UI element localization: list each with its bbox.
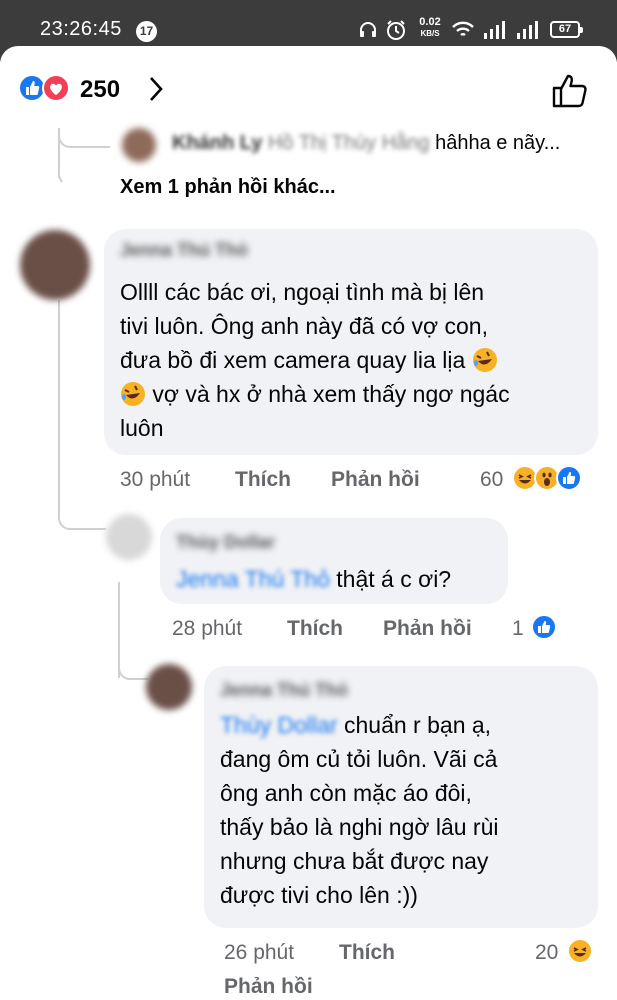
comment-time[interactable]: 26 phút <box>224 941 294 965</box>
comment-text-line: Thùy Dollar chuẩn r bạn ạ, <box>220 708 491 742</box>
comment-mention[interactable]: Jenna Thú Thỏ <box>176 566 330 592</box>
comment-time[interactable]: 30 phút <box>120 468 190 492</box>
comment-text-line: đang ôm củ tỏi luôn. Vãi cả <box>220 746 498 772</box>
reply-preview-text: hâhha e nãy... <box>435 132 561 154</box>
network-speed-unit: KB/S <box>420 29 440 38</box>
reply-button[interactable]: Phản hồi <box>383 617 472 641</box>
comment-text-line: tivi luôn. Ông anh này đã có vợ con, <box>120 313 488 339</box>
avatar[interactable] <box>146 664 192 710</box>
signal-1-icon <box>484 21 505 39</box>
thread-connector <box>118 650 148 680</box>
comment-text-segment: chuẩn r bạn ạ, <box>344 712 492 738</box>
thread-line <box>58 300 60 520</box>
comment-text-segment: vợ và hx ở nhà xem thấy ngơ ngác <box>152 381 510 407</box>
reaction-count: 60 <box>480 468 504 491</box>
network-speed: 0.02 KB/S <box>413 17 447 39</box>
comment-text-line: vợ và hx ở nhà xem thấy ngơ ngác <box>120 377 510 411</box>
network-speed-value: 0.02 <box>419 16 441 28</box>
reaction-count: 1 <box>512 617 524 640</box>
like-button[interactable]: Thích <box>287 617 343 641</box>
reply-mention: Hồ Thị Thùy Hằng <box>267 132 430 154</box>
headphones-icon <box>360 22 376 37</box>
comment-mention[interactable]: Thùy Dollar <box>220 712 338 738</box>
comment-reactions[interactable] <box>567 938 599 966</box>
avatar[interactable] <box>106 514 152 560</box>
rolling-laugh-emoji <box>121 382 145 406</box>
reply-preview[interactable]: Khánh Ly Hồ Thị Thùy Hằng hâhha e nãy... <box>172 126 560 160</box>
thumbs-up-outline-icon[interactable] <box>551 72 589 110</box>
comment-reactions[interactable] <box>512 465 602 493</box>
comment-text-segment: thật á c ơi? <box>336 566 452 592</box>
comment-text-line: Ollll các bác ơi, ngoại tình mà bị lên <box>120 279 485 305</box>
reaction-count: 20 <box>535 941 559 964</box>
comment-text-line: Jenna Thú Thỏ thật á c ơi? <box>176 562 451 596</box>
comment-text-line: nhưng chưa bắt được nay <box>220 848 489 874</box>
comment-text-line: được tivi cho lên :)) <box>220 882 418 908</box>
comment-reactions[interactable] <box>531 614 563 642</box>
status-time: 23:26:45 <box>40 18 122 40</box>
comment-text-segment: đưa bồ đi xem camera quay lia lịa <box>120 347 466 373</box>
alarm-icon <box>387 20 405 40</box>
battery-indicator: 67 <box>550 21 583 38</box>
comment-text-line: đưa bồ đi xem camera quay lia lịa <box>120 343 498 377</box>
like-icon <box>556 465 582 491</box>
reply-button[interactable]: Phản hồi <box>331 468 420 492</box>
comment-text-line: ông anh còn mặc áo đôi, <box>220 780 472 806</box>
thread-connector <box>58 128 110 148</box>
like-button[interactable]: Thích <box>339 941 395 965</box>
chevron-right-icon[interactable] <box>146 74 166 104</box>
comment-text-line: luôn <box>120 415 164 441</box>
rolling-laugh-emoji <box>472 348 497 372</box>
reply-author: Khánh Ly <box>172 132 263 154</box>
love-icon <box>42 74 70 102</box>
comment-author[interactable]: Thùy Dollar <box>176 532 275 553</box>
like-button[interactable]: Thích <box>235 468 291 492</box>
notification-badge: 17 <box>136 21 157 42</box>
like-icon <box>531 614 557 640</box>
signal-2-icon <box>517 21 538 39</box>
avatar[interactable] <box>122 128 156 162</box>
thread-connector <box>58 500 106 530</box>
avatar[interactable] <box>20 230 90 300</box>
comment-author[interactable]: Jenna Thú Thỏ <box>120 240 248 261</box>
comment-author[interactable]: Jenna Thú Thỏ <box>220 680 348 701</box>
wifi-icon <box>452 21 474 37</box>
reply-button[interactable]: Phản hồi <box>224 975 313 999</box>
haha-icon <box>567 938 593 964</box>
comment-text-line: thấy bảo là nghi ngờ lâu rùi <box>220 814 499 840</box>
reaction-count: 250 <box>80 76 121 103</box>
see-more-replies-link[interactable]: Xem 1 phản hồi khác... <box>120 176 336 199</box>
comment-time[interactable]: 28 phút <box>172 617 242 641</box>
